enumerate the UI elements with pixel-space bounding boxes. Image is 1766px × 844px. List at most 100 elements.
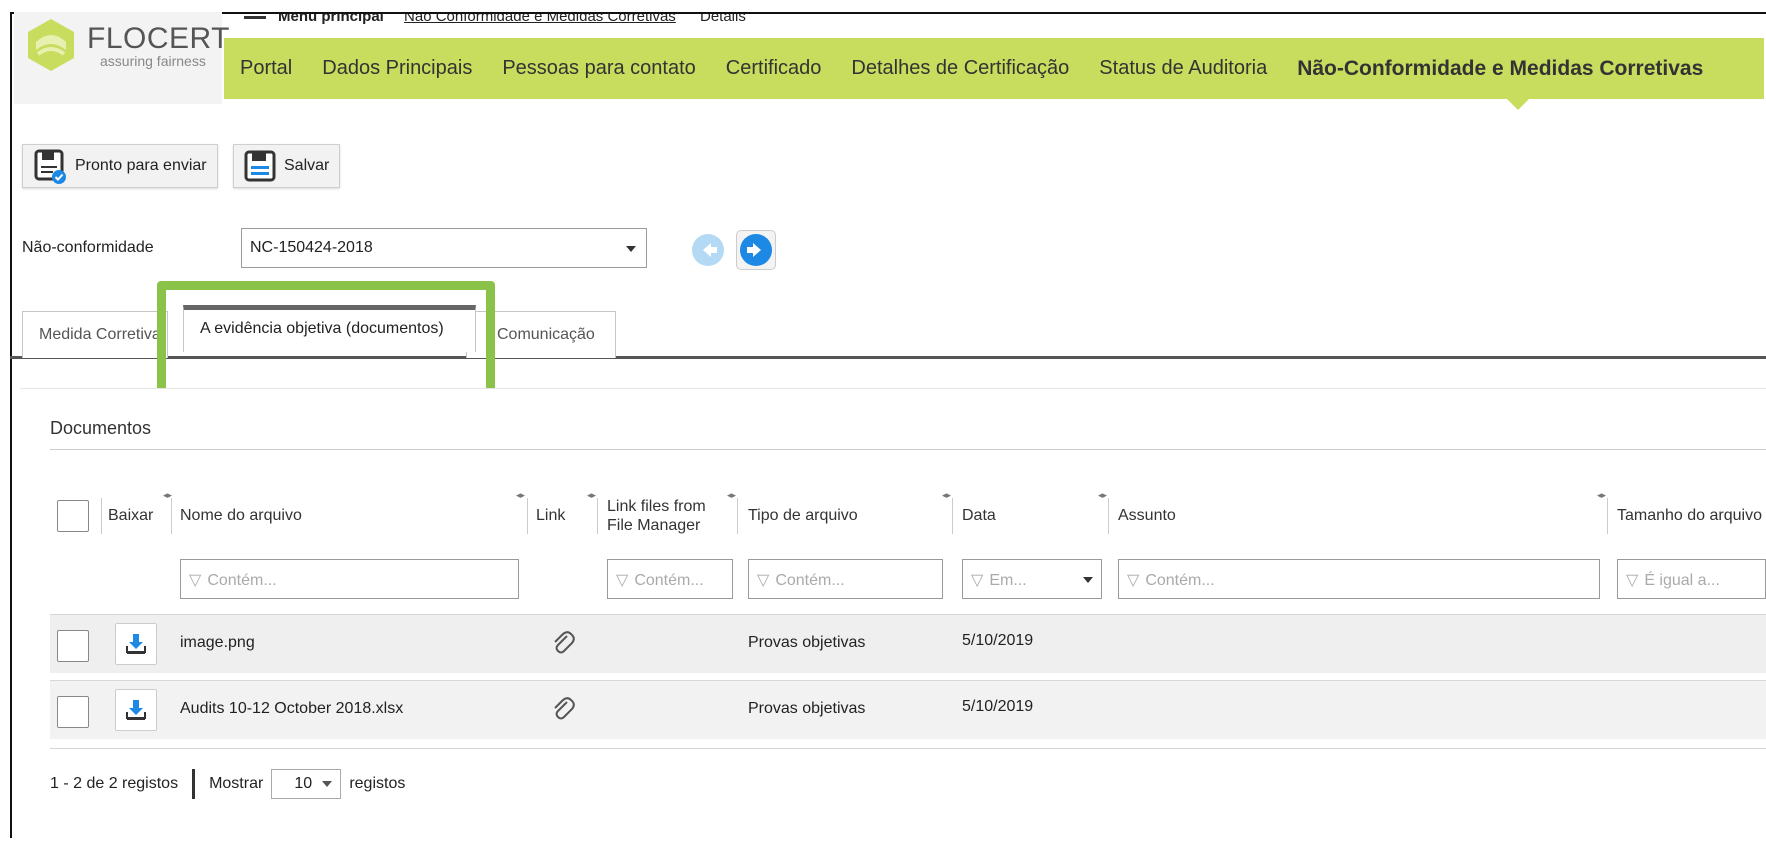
tab-corrective-label: Medida Corretiva (39, 326, 161, 343)
resize-grip-icon[interactable]: ◂▸ (1098, 490, 1107, 501)
menu-label[interactable]: Menu principal (278, 14, 384, 25)
file-size-filter[interactable]: ▽ É igual a... (1617, 559, 1766, 599)
filter-placeholder: Em... (989, 572, 1027, 589)
breadcrumb-current: Details (699, 12, 746, 25)
row-date: 5/10/2019 (962, 632, 1034, 649)
documents-title-rule (50, 449, 1766, 450)
table-bottom-rule (50, 748, 1766, 749)
logo[interactable]: FLOCERT assuring fairness (14, 12, 229, 104)
row-checkbox[interactable] (57, 696, 89, 728)
filter-placeholder: Contém... (775, 572, 845, 589)
brand-name: FLOCERT (87, 22, 230, 55)
flocert-logo-icon (28, 19, 74, 71)
save-icon (244, 150, 276, 182)
column-separator (527, 498, 528, 534)
main-nav: Portal Dados Principais Pessoas para con… (224, 38, 1764, 99)
nav-nao-conformidade[interactable]: Não-Conformidade e Medidas Corretivas (1297, 57, 1703, 81)
file-type-filter[interactable]: ▽ Contém... (748, 559, 943, 599)
filter-icon: ▽ (616, 572, 629, 589)
chevron-down-icon (1083, 577, 1093, 583)
filter-placeholder: Contém... (634, 572, 704, 589)
table-row[interactable]: image.png Provas objetivas 5/10/2019 (50, 614, 1766, 673)
nc-label: Não-conformidade (22, 239, 154, 256)
previous-button[interactable] (688, 230, 728, 270)
row-file-type: Provas objetivas (748, 700, 866, 717)
col-header-subject[interactable]: Assunto (1118, 506, 1176, 525)
date-filter[interactable]: ▽ Em... (962, 559, 1102, 599)
resize-grip-icon[interactable]: ◂▸ (516, 490, 525, 501)
hamburger-menu-icon[interactable] (244, 15, 266, 19)
nav-portal[interactable]: Portal (240, 57, 292, 80)
download-icon (126, 634, 146, 654)
save-check-icon (34, 149, 66, 184)
nc-select[interactable]: NC-150424-2018 (241, 228, 647, 268)
col-header-date[interactable]: Data (962, 506, 996, 525)
column-separator (1607, 498, 1608, 534)
nav-certificado[interactable]: Certificado (726, 57, 822, 80)
pager-show-label: Mostrar (209, 775, 264, 792)
pager: 1 - 2 de 2 registos Mostrar 10 registos (50, 769, 405, 799)
pager-divider (192, 769, 196, 799)
breadcrumb: Menu principal Não Conformidade e Medida… (244, 12, 746, 25)
next-button[interactable] (736, 230, 776, 270)
filter-placeholder: Contém... (207, 572, 277, 589)
chevron-down-icon (322, 781, 333, 787)
resize-grip-icon[interactable]: ◂▸ (587, 490, 596, 501)
col-header-file-type[interactable]: Tipo de arquivo (748, 506, 858, 525)
row-file-type: Provas objetivas (748, 634, 866, 651)
pager-range: 1 - 2 de 2 registos (50, 775, 179, 792)
column-separator (101, 498, 102, 534)
nav-dados-principais[interactable]: Dados Principais (322, 57, 472, 80)
filter-icon: ▽ (1127, 572, 1140, 589)
col-header-link-files[interactable]: Link files from File Manager (607, 497, 706, 535)
filter-icon: ▽ (189, 572, 202, 589)
column-separator (1108, 498, 1109, 534)
save-label: Salvar (284, 157, 330, 174)
row-file-name[interactable]: Audits 10-12 October 2018.xlsx (180, 700, 403, 718)
active-nav-caret-icon (1507, 99, 1529, 110)
resize-grip-icon[interactable]: ◂▸ (942, 490, 951, 501)
filter-icon: ▽ (757, 572, 770, 589)
pager-records-label: registos (349, 775, 406, 792)
attachment-icon[interactable] (551, 696, 575, 727)
arrow-right-icon (740, 234, 772, 266)
select-all-checkbox[interactable] (57, 500, 89, 532)
resize-grip-icon[interactable]: ◂▸ (727, 490, 736, 501)
download-button[interactable] (115, 623, 157, 665)
filter-placeholder: Contém... (1145, 572, 1215, 589)
breadcrumb-link[interactable]: Não Conformidade e Medidas Corretivas (404, 14, 676, 25)
tab-corrective-measure[interactable]: Medida Corretiva (22, 311, 168, 358)
filter-placeholder: É igual a... (1644, 572, 1720, 589)
ready-to-send-label: Pronto para enviar (75, 157, 207, 174)
resize-grip-icon[interactable]: ◂▸ (1597, 490, 1606, 501)
ready-to-send-button[interactable]: Pronto para enviar (22, 144, 218, 188)
column-separator (737, 498, 738, 534)
row-checkbox[interactable] (57, 630, 89, 662)
col-header-file-size[interactable]: Tamanho do arquivo (1617, 506, 1762, 525)
download-icon (126, 700, 146, 720)
col-header-download[interactable]: Baixar (108, 506, 153, 525)
table-row[interactable]: Audits 10-12 October 2018.xlsx Provas ob… (50, 680, 1766, 739)
attachment-icon[interactable] (551, 630, 575, 661)
col-header-link-files-line2: File Manager (607, 517, 701, 534)
nav-status-auditoria[interactable]: Status de Auditoria (1099, 57, 1267, 80)
save-button[interactable]: Salvar (233, 144, 341, 188)
chevron-down-icon (626, 246, 636, 252)
highlight-box (157, 281, 495, 399)
row-file-name[interactable]: image.png (180, 634, 255, 652)
page-size-value: 10 (294, 775, 313, 792)
subject-filter[interactable]: ▽ Contém... (1118, 559, 1600, 599)
nav-pessoas-contato[interactable]: Pessoas para contato (502, 57, 695, 80)
column-separator (952, 498, 953, 534)
tab-communication-label: Comunicação (497, 326, 595, 343)
col-header-file-name[interactable]: Nome do arquivo (180, 506, 302, 525)
download-button[interactable] (115, 689, 157, 731)
col-header-link[interactable]: Link (536, 506, 565, 525)
nav-detalhes-certificacao[interactable]: Detalhes de Certificação (851, 57, 1069, 80)
link-files-filter[interactable]: ▽ Contém... (607, 559, 733, 599)
filter-icon: ▽ (971, 572, 984, 589)
arrow-left-icon (692, 234, 724, 266)
file-name-filter[interactable]: ▽ Contém... (180, 559, 519, 599)
row-date: 5/10/2019 (962, 698, 1034, 715)
page-size-select[interactable]: 10 (271, 769, 342, 799)
